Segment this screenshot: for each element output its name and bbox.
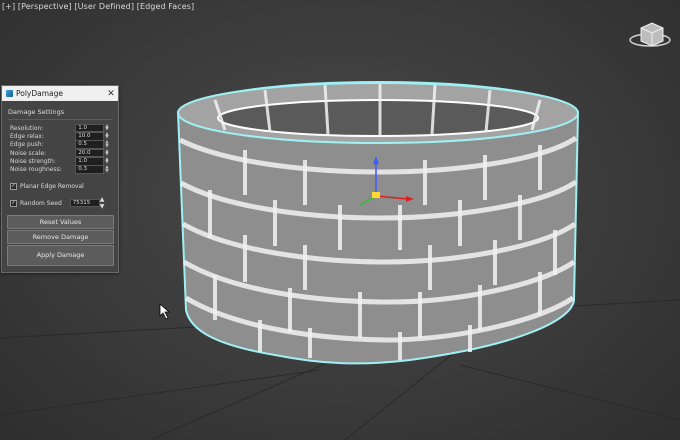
resolution-field[interactable]: 1.0: [75, 123, 105, 133]
param-row-edge-push: Edge push: 0.5 ▲ ▼: [10, 140, 110, 150]
section-label: Damage Settings: [8, 108, 65, 116]
param-label: Noise strength:: [10, 157, 56, 165]
stone-well-mesh[interactable]: [176, 80, 580, 365]
edge-push-field[interactable]: 0.5: [75, 140, 105, 150]
polydamage-dialog[interactable]: PolyDamage ✕ Damage Settings Resolution:…: [1, 85, 119, 273]
spinner-icon[interactable]: ▲ ▼: [100, 196, 105, 210]
mouse-cursor-icon: [159, 303, 171, 320]
reset-values-button[interactable]: Reset Values: [7, 215, 114, 229]
param-row-noise-scale: Noise scale: 20.0 ▲ ▼: [10, 148, 110, 158]
param-label: Noise roughness:: [10, 166, 62, 174]
noise-scale-field[interactable]: 20.0: [75, 148, 105, 158]
spinner-icon[interactable]: ▲ ▼: [105, 166, 110, 174]
section-divider: [7, 119, 113, 120]
spinner-icon[interactable]: ▲ ▼: [105, 124, 110, 132]
apply-damage-button[interactable]: Apply Damage: [7, 245, 114, 266]
spinner-icon[interactable]: ▲ ▼: [105, 149, 110, 157]
param-label: Edge relax:: [10, 132, 44, 140]
param-row-noise-strength: Noise strength: 1.0 ▲ ▼: [10, 157, 110, 166]
spinner-icon[interactable]: ▲ ▼: [105, 157, 110, 165]
param-list: Resolution: 1.0 ▲ ▼ Edge relax: 10.0 ▲ ▼ E…: [10, 123, 110, 174]
random-seed-field[interactable]: 75315: [69, 198, 100, 208]
random-seed-row[interactable]: ✓ Random Seed 75315 ▲ ▼: [10, 196, 104, 210]
dialog-title: PolyDamage: [16, 89, 64, 98]
planar-edge-removal-row[interactable]: ✓ Planar Edge Removal: [10, 183, 84, 190]
viewcube-icon[interactable]: [629, 22, 671, 47]
noise-roughness-field[interactable]: 0.3: [75, 165, 105, 174]
param-label: Noise scale:: [10, 149, 47, 157]
checkbox-checked-icon[interactable]: ✓: [10, 199, 17, 207]
edge-relax-field[interactable]: 10.0: [75, 132, 105, 141]
window-icon: [6, 90, 13, 97]
random-seed-label: Random Seed: [20, 199, 62, 207]
viewport-perspective[interactable]: [+] [Perspective] [User Defined] [Edged …: [0, 0, 680, 440]
param-row-noise-roughness: Noise roughness: 0.3 ▲ ▼: [10, 165, 110, 174]
spinner-icon[interactable]: ▲ ▼: [105, 141, 110, 149]
spinner-icon[interactable]: ▲ ▼: [105, 133, 110, 141]
param-row-resolution: Resolution: 1.0 ▲ ▼: [10, 123, 110, 133]
param-row-edge-relax: Edge relax: 10.0 ▲ ▼: [10, 132, 110, 141]
checkbox-checked-icon[interactable]: ✓: [10, 183, 17, 190]
noise-strength-field[interactable]: 1.0: [75, 157, 105, 166]
close-icon[interactable]: ✕: [104, 89, 118, 99]
planar-edge-label: Planar Edge Removal: [20, 183, 84, 190]
dialog-titlebar[interactable]: PolyDamage ✕: [2, 86, 118, 101]
param-label: Resolution:: [10, 124, 44, 132]
remove-damage-button[interactable]: Remove Damage: [7, 230, 114, 244]
param-label: Edge push:: [10, 141, 44, 149]
